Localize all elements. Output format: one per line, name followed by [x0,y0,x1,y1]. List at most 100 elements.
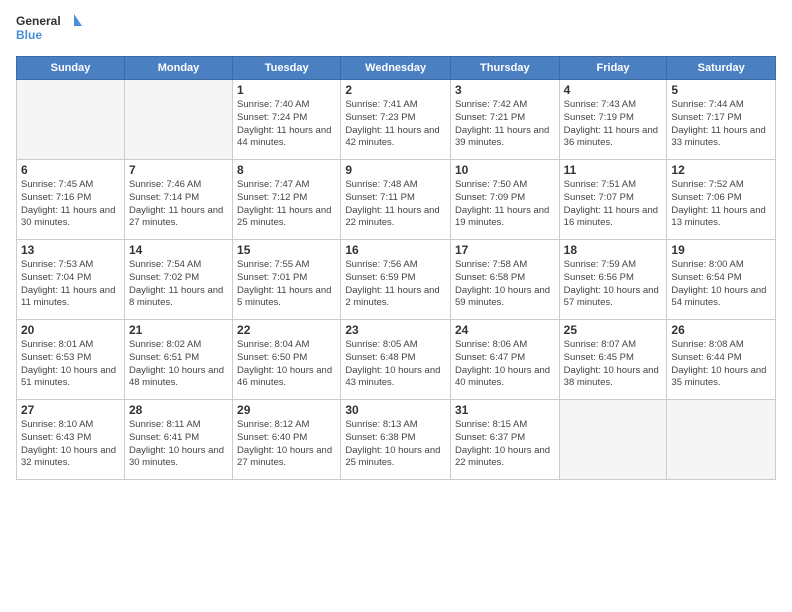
calendar-week-row: 20 Sunrise: 8:01 AM Sunset: 6:53 PM Dayli… [17,320,776,400]
day-info: Sunrise: 7:52 AM Sunset: 7:06 PM Dayligh… [671,179,771,230]
day-number: 29 [237,403,336,417]
day-info: Sunrise: 7:48 AM Sunset: 7:11 PM Dayligh… [345,179,446,230]
svg-text:General: General [16,14,61,28]
calendar-day-cell: 14Sunrise: 7:54 AM Sunset: 7:02 PM Dayli… [124,240,232,320]
day-info: Sunrise: 8:10 AM Sunset: 6:43 PM Dayligh… [21,419,120,470]
day-info: Sunrise: 7:56 AM Sunset: 6:59 PM Dayligh… [345,259,446,310]
day-number: 8 [237,163,336,177]
day-info: Sunrise: 7:45 AM Sunset: 7:16 PM Dayligh… [21,179,120,230]
calendar-day-cell: 30 Sunrise: 8:13 AM Sunset: 6:38 PM Dayli… [341,400,451,480]
day-info: Sunrise: 7:53 AM Sunset: 7:04 PM Dayligh… [21,259,120,310]
day-info: Sunrise: 8:01 AM Sunset: 6:53 PM Dayligh… [21,339,120,390]
day-info: Sunrise: 8:05 AM Sunset: 6:48 PM Dayligh… [345,339,446,390]
day-number: 10 [455,163,555,177]
calendar-day-cell: 26 Sunrise: 8:08 AM Sunset: 6:44 PM Dayli… [667,320,776,400]
calendar-day-cell: 25 Sunrise: 8:07 AM Sunset: 6:45 PM Dayli… [559,320,667,400]
day-number: 19 [671,243,771,257]
calendar-day-header: Monday [124,57,232,80]
day-number: 30 [345,403,446,417]
calendar-week-row: 27Sunrise: 8:10 AM Sunset: 6:43 PM Dayli… [17,400,776,480]
day-number: 18 [564,243,663,257]
calendar-day-cell: 18 Sunrise: 7:59 AM Sunset: 6:56 PM Dayli… [559,240,667,320]
logo-svg: General Blue [16,10,86,50]
calendar-day-cell: 6Sunrise: 7:45 AM Sunset: 7:16 PM Daylig… [17,160,125,240]
calendar-week-row: 6Sunrise: 7:45 AM Sunset: 7:16 PM Daylig… [17,160,776,240]
calendar-header-row: SundayMondayTuesdayWednesdayThursdayFrid… [17,57,776,80]
calendar-day-cell: 9 Sunrise: 7:48 AM Sunset: 7:11 PM Daylig… [341,160,451,240]
day-number: 21 [129,323,228,337]
day-number: 7 [129,163,228,177]
calendar-day-cell: 1Sunrise: 7:40 AM Sunset: 7:24 PM Daylig… [233,80,341,160]
calendar-day-cell: 20 Sunrise: 8:01 AM Sunset: 6:53 PM Dayli… [17,320,125,400]
day-number: 28 [129,403,228,417]
day-info: Sunrise: 7:44 AM Sunset: 7:17 PM Dayligh… [671,99,771,150]
day-number: 20 [21,323,120,337]
calendar-day-cell: 5 Sunrise: 7:44 AM Sunset: 7:17 PM Daylig… [667,80,776,160]
day-number: 11 [564,163,663,177]
header: General Blue [16,10,776,50]
calendar-day-cell: 22 Sunrise: 8:04 AM Sunset: 6:50 PM Dayli… [233,320,341,400]
day-info: Sunrise: 7:47 AM Sunset: 7:12 PM Dayligh… [237,179,336,230]
calendar-day-cell: 27Sunrise: 8:10 AM Sunset: 6:43 PM Dayli… [17,400,125,480]
calendar-day-cell: 7 Sunrise: 7:46 AM Sunset: 7:14 PM Daylig… [124,160,232,240]
day-number: 5 [671,83,771,97]
day-info: Sunrise: 8:12 AM Sunset: 6:40 PM Dayligh… [237,419,336,470]
day-info: Sunrise: 7:59 AM Sunset: 6:56 PM Dayligh… [564,259,663,310]
calendar-day-cell: 10 Sunrise: 7:50 AM Sunset: 7:09 PM Dayli… [450,160,559,240]
day-info: Sunrise: 7:46 AM Sunset: 7:14 PM Dayligh… [129,179,228,230]
day-number: 25 [564,323,663,337]
day-info: Sunrise: 7:43 AM Sunset: 7:19 PM Dayligh… [564,99,663,150]
day-info: Sunrise: 8:15 AM Sunset: 6:37 PM Dayligh… [455,419,555,470]
calendar-day-cell: 2Sunrise: 7:41 AM Sunset: 7:23 PM Daylig… [341,80,451,160]
calendar-day-cell: 28 Sunrise: 8:11 AM Sunset: 6:41 PM Dayli… [124,400,232,480]
day-number: 4 [564,83,663,97]
day-info: Sunrise: 7:41 AM Sunset: 7:23 PM Dayligh… [345,99,446,150]
day-info: Sunrise: 8:11 AM Sunset: 6:41 PM Dayligh… [129,419,228,470]
day-info: Sunrise: 8:07 AM Sunset: 6:45 PM Dayligh… [564,339,663,390]
day-number: 23 [345,323,446,337]
calendar-day-header: Friday [559,57,667,80]
calendar-day-header: Saturday [667,57,776,80]
day-number: 9 [345,163,446,177]
day-info: Sunrise: 8:13 AM Sunset: 6:38 PM Dayligh… [345,419,446,470]
calendar-day-cell: 12 Sunrise: 7:52 AM Sunset: 7:06 PM Dayli… [667,160,776,240]
calendar-day-cell: 8 Sunrise: 7:47 AM Sunset: 7:12 PM Daylig… [233,160,341,240]
calendar-week-row: 13 Sunrise: 7:53 AM Sunset: 7:04 PM Dayli… [17,240,776,320]
day-info: Sunrise: 7:40 AM Sunset: 7:24 PM Dayligh… [237,99,336,150]
day-info: Sunrise: 7:58 AM Sunset: 6:58 PM Dayligh… [455,259,555,310]
day-number: 16 [345,243,446,257]
day-number: 12 [671,163,771,177]
day-number: 17 [455,243,555,257]
day-info: Sunrise: 7:51 AM Sunset: 7:07 PM Dayligh… [564,179,663,230]
day-info: Sunrise: 8:08 AM Sunset: 6:44 PM Dayligh… [671,339,771,390]
calendar-day-cell: 3 Sunrise: 7:42 AM Sunset: 7:21 PM Daylig… [450,80,559,160]
day-number: 13 [21,243,120,257]
calendar-day-header: Thursday [450,57,559,80]
calendar-day-cell [559,400,667,480]
day-info: Sunrise: 8:04 AM Sunset: 6:50 PM Dayligh… [237,339,336,390]
calendar-day-header: Wednesday [341,57,451,80]
logo: General Blue [16,10,86,50]
calendar-day-cell: 31 Sunrise: 8:15 AM Sunset: 6:37 PM Dayli… [450,400,559,480]
day-number: 14 [129,243,228,257]
day-number: 31 [455,403,555,417]
calendar-week-row: 1Sunrise: 7:40 AM Sunset: 7:24 PM Daylig… [17,80,776,160]
day-number: 3 [455,83,555,97]
day-info: Sunrise: 7:50 AM Sunset: 7:09 PM Dayligh… [455,179,555,230]
calendar-day-cell [17,80,125,160]
calendar-day-cell: 11 Sunrise: 7:51 AM Sunset: 7:07 PM Dayli… [559,160,667,240]
calendar-day-cell: 17 Sunrise: 7:58 AM Sunset: 6:58 PM Dayli… [450,240,559,320]
calendar-day-header: Sunday [17,57,125,80]
calendar-day-cell [667,400,776,480]
calendar-day-cell: 29 Sunrise: 8:12 AM Sunset: 6:40 PM Dayli… [233,400,341,480]
calendar-day-cell: 23 Sunrise: 8:05 AM Sunset: 6:48 PM Dayli… [341,320,451,400]
day-number: 22 [237,323,336,337]
calendar-table: SundayMondayTuesdayWednesdayThursdayFrid… [16,56,776,480]
day-info: Sunrise: 7:42 AM Sunset: 7:21 PM Dayligh… [455,99,555,150]
svg-text:Blue: Blue [16,28,42,42]
day-info: Sunrise: 8:02 AM Sunset: 6:51 PM Dayligh… [129,339,228,390]
day-info: Sunrise: 7:55 AM Sunset: 7:01 PM Dayligh… [237,259,336,310]
day-number: 26 [671,323,771,337]
calendar-day-cell: 15Sunrise: 7:55 AM Sunset: 7:01 PM Dayli… [233,240,341,320]
calendar-day-cell: 21 Sunrise: 8:02 AM Sunset: 6:51 PM Dayli… [124,320,232,400]
